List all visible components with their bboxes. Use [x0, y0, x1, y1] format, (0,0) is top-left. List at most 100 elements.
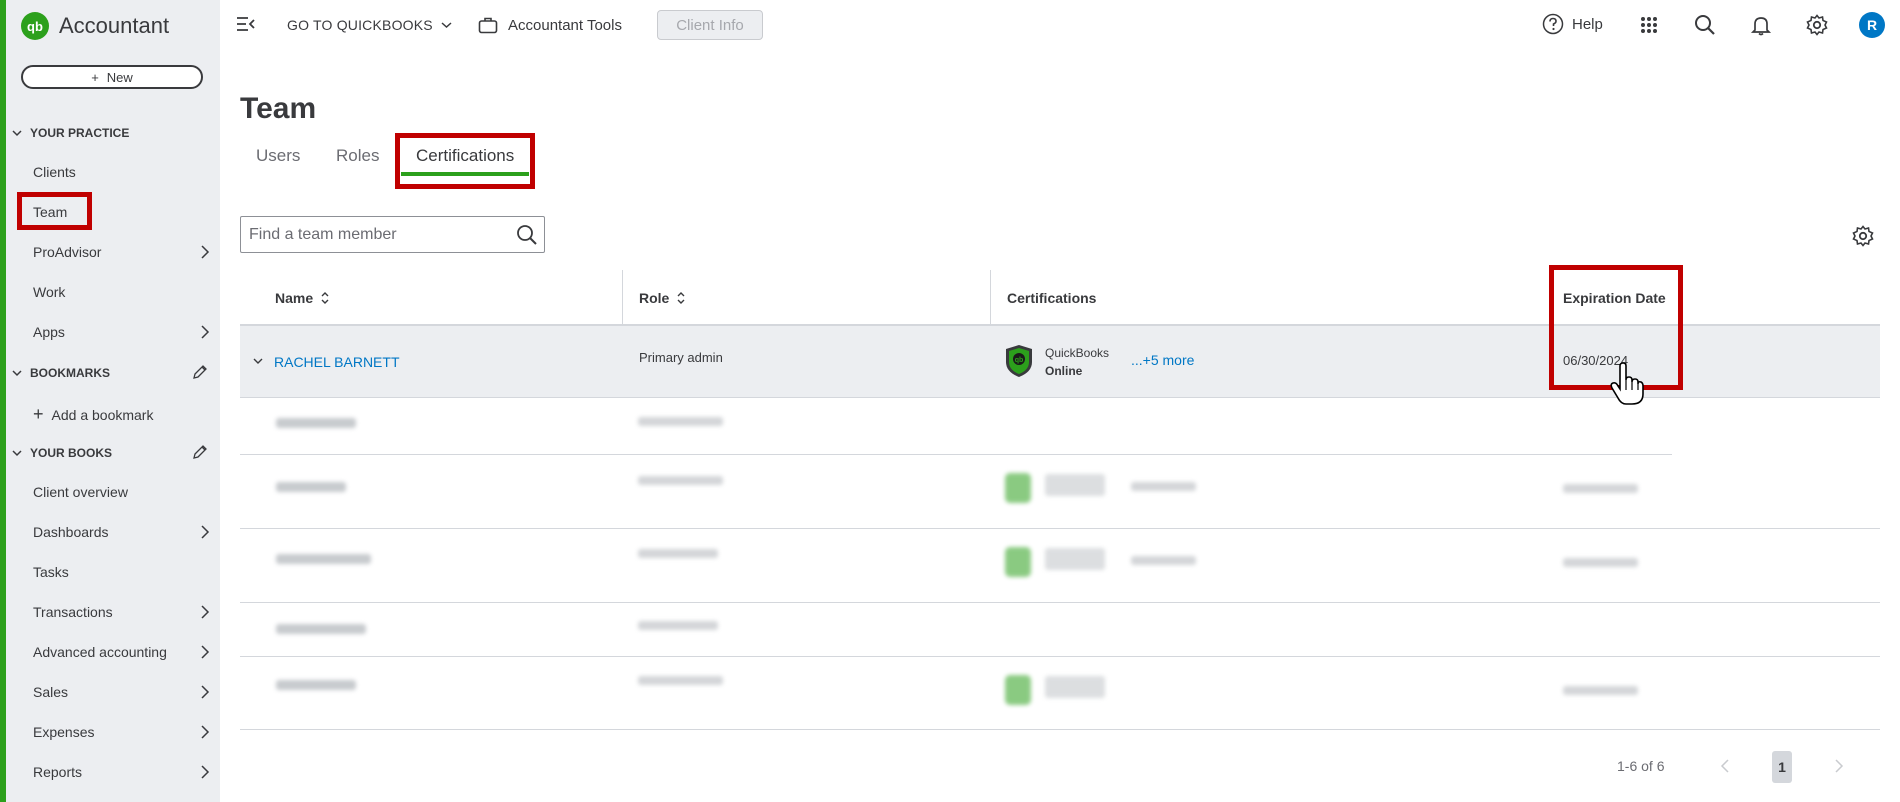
pagination-page-button[interactable]: 1 — [1772, 751, 1792, 783]
blurred-role — [638, 621, 718, 630]
chevron-right-icon — [201, 325, 210, 339]
column-header-role[interactable]: Role — [639, 290, 685, 306]
go-to-quickbooks-label: GO TO QUICKBOOKS — [287, 17, 433, 33]
plus-icon: + — [91, 69, 99, 85]
search-input[interactable] — [241, 217, 501, 252]
column-header-label: Role — [639, 290, 670, 306]
team-member-role: Primary admin — [639, 350, 723, 365]
tab-roles[interactable]: Roles — [336, 146, 379, 166]
column-divider — [990, 270, 991, 326]
new-button-label: New — [106, 69, 133, 85]
table-row-blurred — [240, 658, 1880, 728]
table-row-blurred — [240, 456, 1880, 528]
blurred-date — [1563, 558, 1638, 567]
sidebar-item-expenses[interactable]: Expenses — [33, 724, 94, 740]
bell-icon[interactable] — [1750, 14, 1772, 36]
team-member-name-link[interactable]: RACHEL BARNETT — [274, 354, 400, 370]
accountant-tools-button[interactable]: Accountant Tools — [478, 16, 622, 34]
new-button[interactable]: + New — [21, 65, 203, 89]
chevron-right-icon — [201, 605, 210, 619]
search-icon[interactable] — [516, 224, 538, 246]
search-icon[interactable] — [1694, 14, 1716, 36]
chevron-right-icon — [201, 725, 210, 739]
sidebar-item-reports[interactable]: Reports — [33, 764, 82, 780]
blurred-name — [276, 680, 356, 690]
sidebar-item-work[interactable]: Work — [33, 284, 65, 300]
table-row-blurred — [240, 604, 1880, 656]
pencil-icon[interactable] — [192, 364, 208, 380]
brand-name: Accountant — [59, 13, 170, 38]
briefcase-icon — [478, 17, 498, 34]
sidebar-item-client-overview[interactable]: Client overview — [33, 484, 128, 500]
section-your-practice[interactable]: YOUR PRACTICE — [12, 126, 129, 140]
certification-line-2: Online — [1045, 364, 1083, 378]
chevron-right-icon[interactable] — [1834, 759, 1844, 773]
go-to-quickbooks-dropdown[interactable]: GO TO QUICKBOOKS — [287, 17, 452, 33]
accountant-tools-label: Accountant Tools — [508, 16, 622, 34]
blurred-date — [1563, 484, 1638, 493]
blurred-more — [1131, 556, 1196, 565]
collapse-menu-icon[interactable] — [236, 16, 256, 32]
tab-users[interactable]: Users — [256, 146, 300, 166]
chevron-right-icon — [201, 765, 210, 779]
blurred-role — [638, 476, 723, 485]
chevron-right-icon — [201, 685, 210, 699]
column-header-label: Name — [275, 290, 314, 306]
table-row-blurred — [240, 398, 1880, 454]
blurred-date — [1563, 686, 1638, 695]
highlight-team — [17, 192, 92, 230]
help-button[interactable]: Help — [1542, 13, 1603, 35]
sidebar: qb Accountant + New YOUR PRACTICE Client… — [0, 0, 220, 802]
pencil-icon[interactable] — [192, 444, 208, 460]
section-bookmarks[interactable]: BOOKMARKS — [12, 366, 110, 380]
page-title: Team — [240, 92, 317, 125]
chevron-left-icon[interactable] — [1720, 759, 1730, 773]
certification-line-1: QuickBooks — [1045, 346, 1110, 360]
add-bookmark-link[interactable]: + Add a bookmark — [33, 404, 153, 425]
gear-icon[interactable] — [1806, 14, 1828, 36]
sidebar-item-advanced-accounting[interactable]: Advanced accounting — [33, 644, 167, 660]
section-label: BOOKMARKS — [30, 366, 110, 380]
sort-icon — [677, 292, 685, 304]
help-circle-icon — [1542, 13, 1564, 35]
app-grid-icon[interactable] — [1638, 14, 1660, 36]
sidebar-item-tasks[interactable]: Tasks — [33, 564, 69, 580]
help-label: Help — [1572, 15, 1603, 33]
add-bookmark-label: Add a bookmark — [51, 406, 154, 423]
table-row-blurred — [240, 530, 1880, 602]
blurred-name — [276, 624, 366, 634]
sidebar-item-transactions[interactable]: Transactions — [33, 604, 113, 620]
chevron-down-icon — [441, 22, 452, 29]
chevron-right-icon — [201, 525, 210, 539]
row-divider — [240, 656, 1880, 657]
column-divider — [622, 270, 623, 326]
section-your-books[interactable]: YOUR BOOKS — [12, 446, 112, 460]
sort-icon — [321, 292, 329, 304]
column-header-certifications: Certifications — [1007, 290, 1096, 306]
user-avatar[interactable]: R — [1859, 12, 1885, 38]
client-info-button[interactable]: Client Info — [657, 10, 763, 40]
svg-text:qb: qb — [1015, 357, 1024, 364]
brand-logo[interactable]: qb Accountant — [21, 12, 169, 40]
hand-cursor-icon — [1610, 362, 1644, 405]
top-bar: GO TO QUICKBOOKS Accountant Tools Client… — [220, 0, 1900, 50]
sidebar-item-proadvisor[interactable]: ProAdvisor — [33, 244, 101, 260]
column-header-name[interactable]: Name — [275, 290, 329, 306]
pagination-summary: 1-6 of 6 — [1617, 758, 1665, 774]
sidebar-item-clients[interactable]: Clients — [33, 164, 76, 180]
sidebar-item-dashboards[interactable]: Dashboards — [33, 524, 109, 540]
section-label: YOUR BOOKS — [30, 446, 113, 460]
blurred-name — [276, 554, 371, 564]
row-divider — [240, 729, 1880, 730]
blurred-role — [638, 676, 723, 685]
blurred-role — [638, 417, 723, 426]
highlight-certifications-tab — [395, 133, 535, 189]
chevron-down-icon[interactable] — [252, 355, 264, 367]
quickbooks-certification-badge-icon: qb — [1006, 345, 1032, 377]
sidebar-item-sales[interactable]: Sales — [33, 684, 68, 700]
chevron-right-icon — [201, 645, 210, 659]
table-settings-gear-icon[interactable] — [1852, 225, 1874, 247]
sidebar-item-apps[interactable]: Apps — [33, 324, 65, 340]
more-certifications-link[interactable]: ...+5 more — [1131, 352, 1194, 368]
chevron-down-icon — [12, 370, 22, 377]
